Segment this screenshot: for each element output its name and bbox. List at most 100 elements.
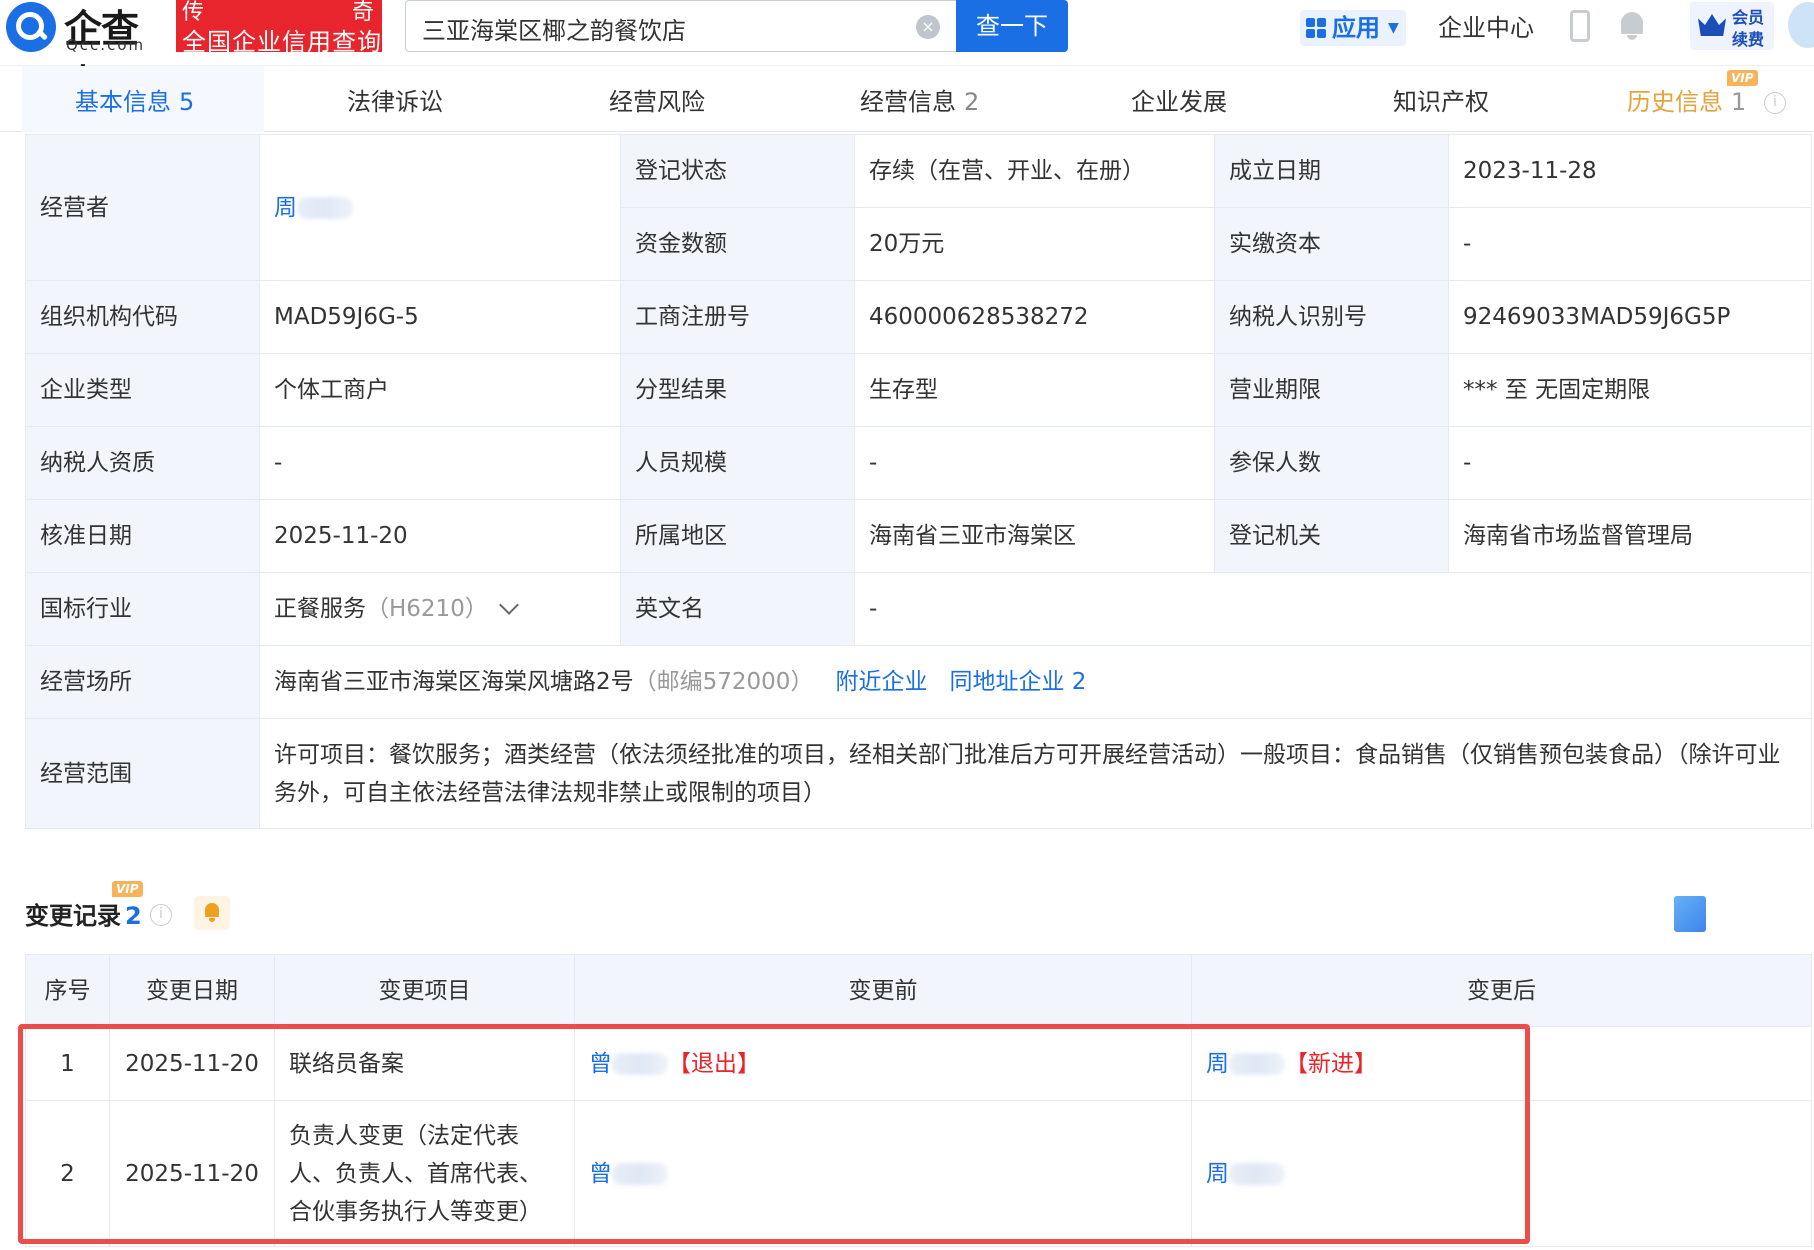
approve-label: 核准日期 — [25, 499, 260, 573]
english-label: 英文名 — [620, 572, 855, 646]
col-header-after: 变更后 — [1191, 954, 1812, 1027]
authority-label: 登记机关 — [1214, 499, 1449, 573]
info-icon[interactable]: i — [150, 904, 172, 926]
org-code-label: 组织机构代码 — [25, 280, 260, 354]
crown-icon — [1698, 14, 1726, 36]
insured-value: - — [1448, 426, 1812, 500]
reg-status-value: 存续（在营、开业、在册） — [854, 134, 1215, 208]
tab-label: 经营风险 — [609, 88, 705, 116]
chevron-down-icon[interactable] — [498, 595, 519, 615]
slogan-banner: 传 奇 全国企业信用查询 — [176, 0, 382, 56]
apps-label: 应用 — [1332, 14, 1380, 42]
term-label: 营业期限 — [1214, 353, 1449, 427]
search-value[interactable]: 三亚海棠区椰之韵餐饮店 — [422, 11, 686, 46]
tab-count: 1 — [1731, 88, 1747, 116]
tab-development[interactable]: 企业发展 — [1131, 82, 1227, 117]
staff-value: - — [854, 426, 1215, 500]
term-value: *** 至 无固定期限 — [1448, 353, 1812, 427]
tax-qual-label: 纳税人资质 — [25, 426, 260, 500]
region-label: 所属地区 — [620, 499, 855, 573]
tax-qual-value: - — [259, 426, 621, 500]
industry-cell[interactable]: 正餐服务（H6210） — [259, 572, 621, 646]
type-label: 企业类型 — [25, 353, 260, 427]
vip-badge: VIP — [112, 881, 143, 897]
industry-code: （H6210） — [366, 596, 488, 622]
notification-bell-icon[interactable] — [1618, 10, 1646, 42]
tab-ip[interactable]: 知识产权 — [1393, 82, 1489, 117]
paid-capital-value: - — [1448, 207, 1812, 281]
tab-legal[interactable]: 法律诉讼 — [347, 82, 443, 117]
slogan-line2: 全国企业信用查询 — [182, 28, 382, 56]
tab-bar: 基本信息 5 法律诉讼 经营风险 经营信息 2 企业发展 知识产权 历史信息 1 i … — [0, 66, 1814, 132]
address-value: 海南省三亚市海棠区海棠风塘路2号 — [274, 669, 634, 695]
tab-label: 经营信息 — [860, 88, 956, 116]
english-value: - — [854, 572, 1812, 646]
section-count: 2 — [125, 902, 142, 930]
paid-capital-label: 实缴资本 — [1214, 207, 1449, 281]
member-label-2: 续费 — [1732, 30, 1765, 49]
tab-label: 基本信息 — [75, 88, 171, 116]
info-icon[interactable]: i — [1763, 92, 1786, 114]
redacted-name — [297, 197, 353, 219]
address-postcode: （邮编572000） — [633, 669, 814, 695]
address-label: 经营场所 — [25, 645, 260, 719]
class-value: 生存型 — [854, 353, 1215, 427]
address-cell: 海南省三亚市海棠区海棠风塘路2号（邮编572000） 附近企业 同地址企业 2 — [259, 645, 1812, 719]
scope-label: 经营范围 — [25, 718, 260, 829]
industry-label: 国标行业 — [25, 572, 260, 646]
highlight-box — [18, 1024, 1530, 1244]
col-header-no: 序号 — [25, 954, 110, 1027]
search-button[interactable]: 查一下 — [956, 0, 1068, 52]
logo-search-icon — [6, 2, 56, 52]
biz-reg-label: 工商注册号 — [620, 280, 855, 354]
tab-count: 2 — [964, 88, 980, 116]
tab-operating-info[interactable]: 经营信息 2 — [860, 82, 979, 117]
export-icon[interactable] — [1674, 896, 1706, 932]
member-renew-button[interactable]: 会员 续费 — [1690, 2, 1774, 50]
avatar[interactable] — [1788, 2, 1814, 48]
same-address-link[interactable]: 同地址企业 2 — [949, 669, 1086, 695]
tab-history[interactable]: 历史信息 1 i VIP — [1627, 70, 1786, 117]
search-input[interactable]: 三亚海棠区椰之韵餐饮店 × — [405, 0, 957, 52]
member-label-1: 会员 — [1732, 8, 1765, 27]
logo[interactable]: 企查查 Qcc.com — [2, 0, 174, 106]
phone-icon[interactable] — [1570, 10, 1590, 42]
founded-label: 成立日期 — [1214, 134, 1449, 208]
biz-reg-value: 460000628538272 — [854, 280, 1215, 354]
industry-value: 正餐服务 — [274, 596, 366, 622]
change-records-title: 变更记录 2 — [25, 896, 142, 931]
org-code-value: MAD59J6G-5 — [259, 280, 621, 354]
tab-label: 历史信息 — [1627, 88, 1723, 116]
founded-value: 2023-11-28 — [1448, 134, 1812, 208]
approve-value: 2025-11-20 — [259, 499, 621, 573]
clear-icon[interactable]: × — [916, 15, 940, 39]
region-value: 海南省三亚市海棠区 — [854, 499, 1215, 573]
scope-value: 许可项目：餐饮服务；酒类经营（依法须经批准的项目，经相关部门批准后方可开展经营活… — [259, 718, 1812, 829]
taxpayer-id-label: 纳税人识别号 — [1214, 280, 1449, 354]
col-header-before: 变更前 — [574, 954, 1192, 1027]
capital-label: 资金数额 — [620, 207, 855, 281]
tab-basic-info[interactable]: 基本信息 5 — [75, 82, 194, 117]
enterprise-center-link[interactable]: 企业中心 — [1438, 8, 1534, 43]
logo-subtext: Qcc.com — [66, 36, 146, 54]
class-label: 分型结果 — [620, 353, 855, 427]
type-value: 个体工商户 — [259, 353, 621, 427]
tab-label: 知识产权 — [1393, 88, 1489, 116]
capital-value: 20万元 — [854, 207, 1215, 281]
staff-label: 人员规模 — [620, 426, 855, 500]
caret-down-icon: ▼ — [1388, 20, 1399, 36]
reg-status-label: 登记状态 — [620, 134, 855, 208]
basic-info-table: 经营者 周 登记状态 存续（在营、开业、在册） 成立日期 2023-11-28 … — [25, 134, 1812, 829]
nearby-companies-link[interactable]: 附近企业 — [835, 669, 927, 695]
apps-menu[interactable]: 应用 ▼ — [1300, 10, 1406, 46]
grid-icon — [1306, 18, 1326, 38]
monitor-bell-icon[interactable] — [194, 896, 230, 930]
authority-value: 海南省市场监督管理局 — [1448, 499, 1812, 573]
top-bar: 企查查 Qcc.com 传 奇 全国企业信用查询 三亚海棠区椰之韵餐饮店 × 查… — [0, 0, 1814, 106]
vip-badge: VIP — [1727, 70, 1758, 86]
operator-cell: 周 — [259, 134, 621, 281]
tab-operating-risk[interactable]: 经营风险 — [609, 82, 705, 117]
operator-link[interactable]: 周 — [274, 195, 297, 221]
tab-label: 法律诉讼 — [347, 88, 443, 116]
operator-label: 经营者 — [25, 134, 260, 281]
